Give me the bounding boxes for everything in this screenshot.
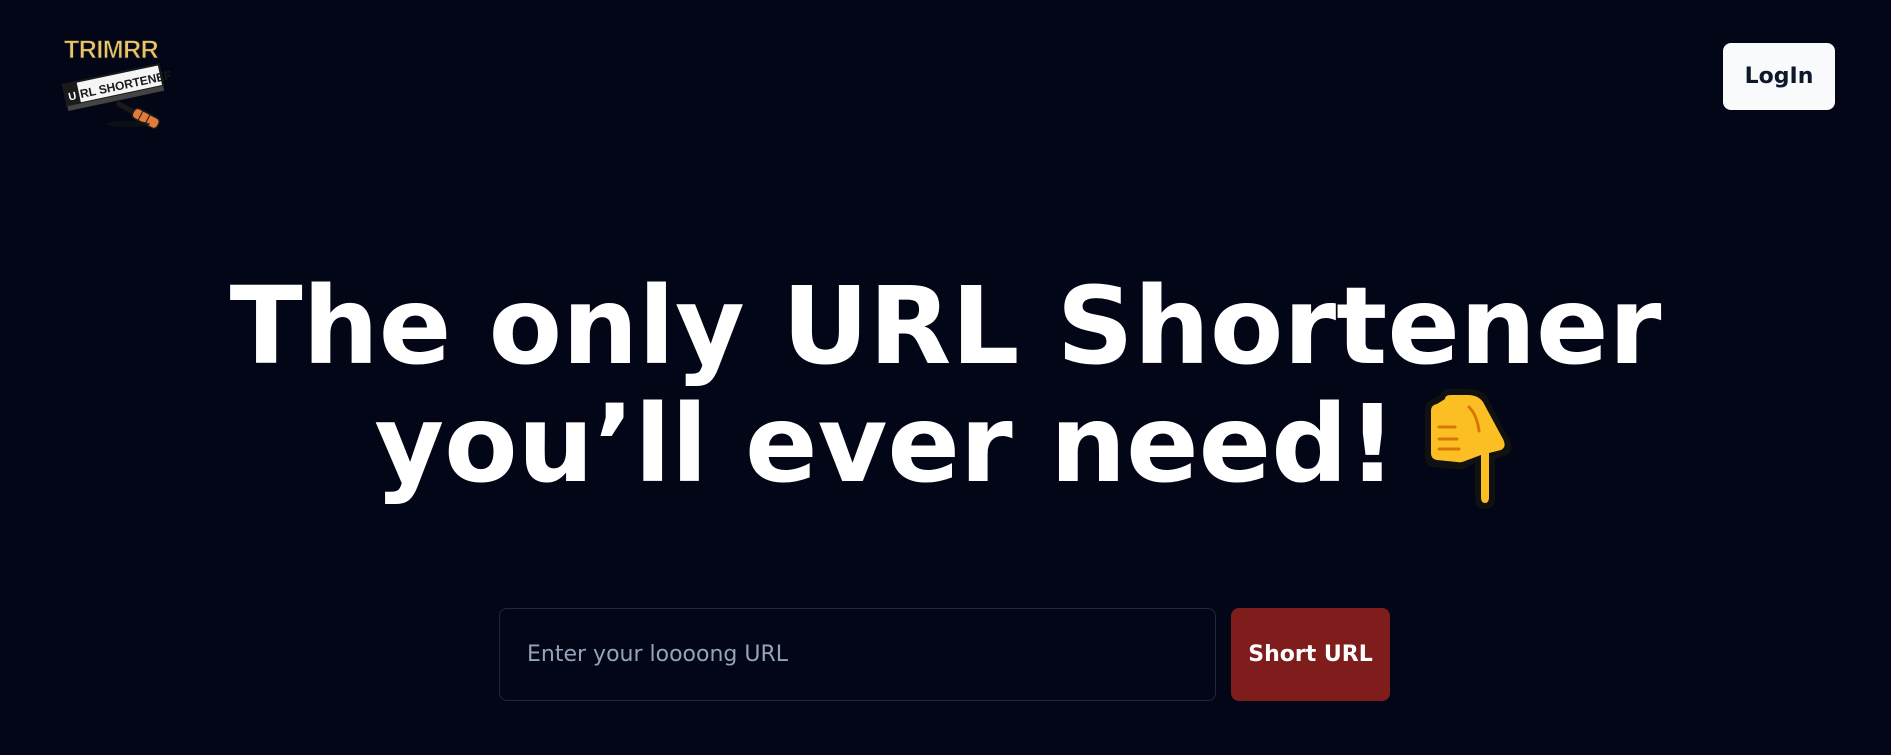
shorten-form: Short URL [499, 608, 1390, 701]
hero-headline: The only URL Shortener you’ll ever need! [0, 268, 1891, 509]
hero-line-2-text: you’ll ever need! [374, 383, 1397, 507]
trimrr-logo[interactable]: TRIMRR U RL SHORTENER [58, 30, 170, 130]
login-button[interactable]: LogIn [1723, 43, 1835, 110]
svg-text:TRIMRR: TRIMRR [64, 36, 159, 64]
short-url-button[interactable]: Short URL [1231, 608, 1390, 701]
url-input[interactable] [499, 608, 1216, 701]
logo-image: TRIMRR U RL SHORTENER [61, 36, 170, 130]
pointing-down-hand-icon [1421, 387, 1517, 509]
hero-line-2: you’ll ever need! [0, 386, 1891, 509]
hero-line-1: The only URL Shortener [229, 265, 1662, 389]
landing-page: TRIMRR U RL SHORTENER LogIn The only URL… [0, 0, 1891, 755]
